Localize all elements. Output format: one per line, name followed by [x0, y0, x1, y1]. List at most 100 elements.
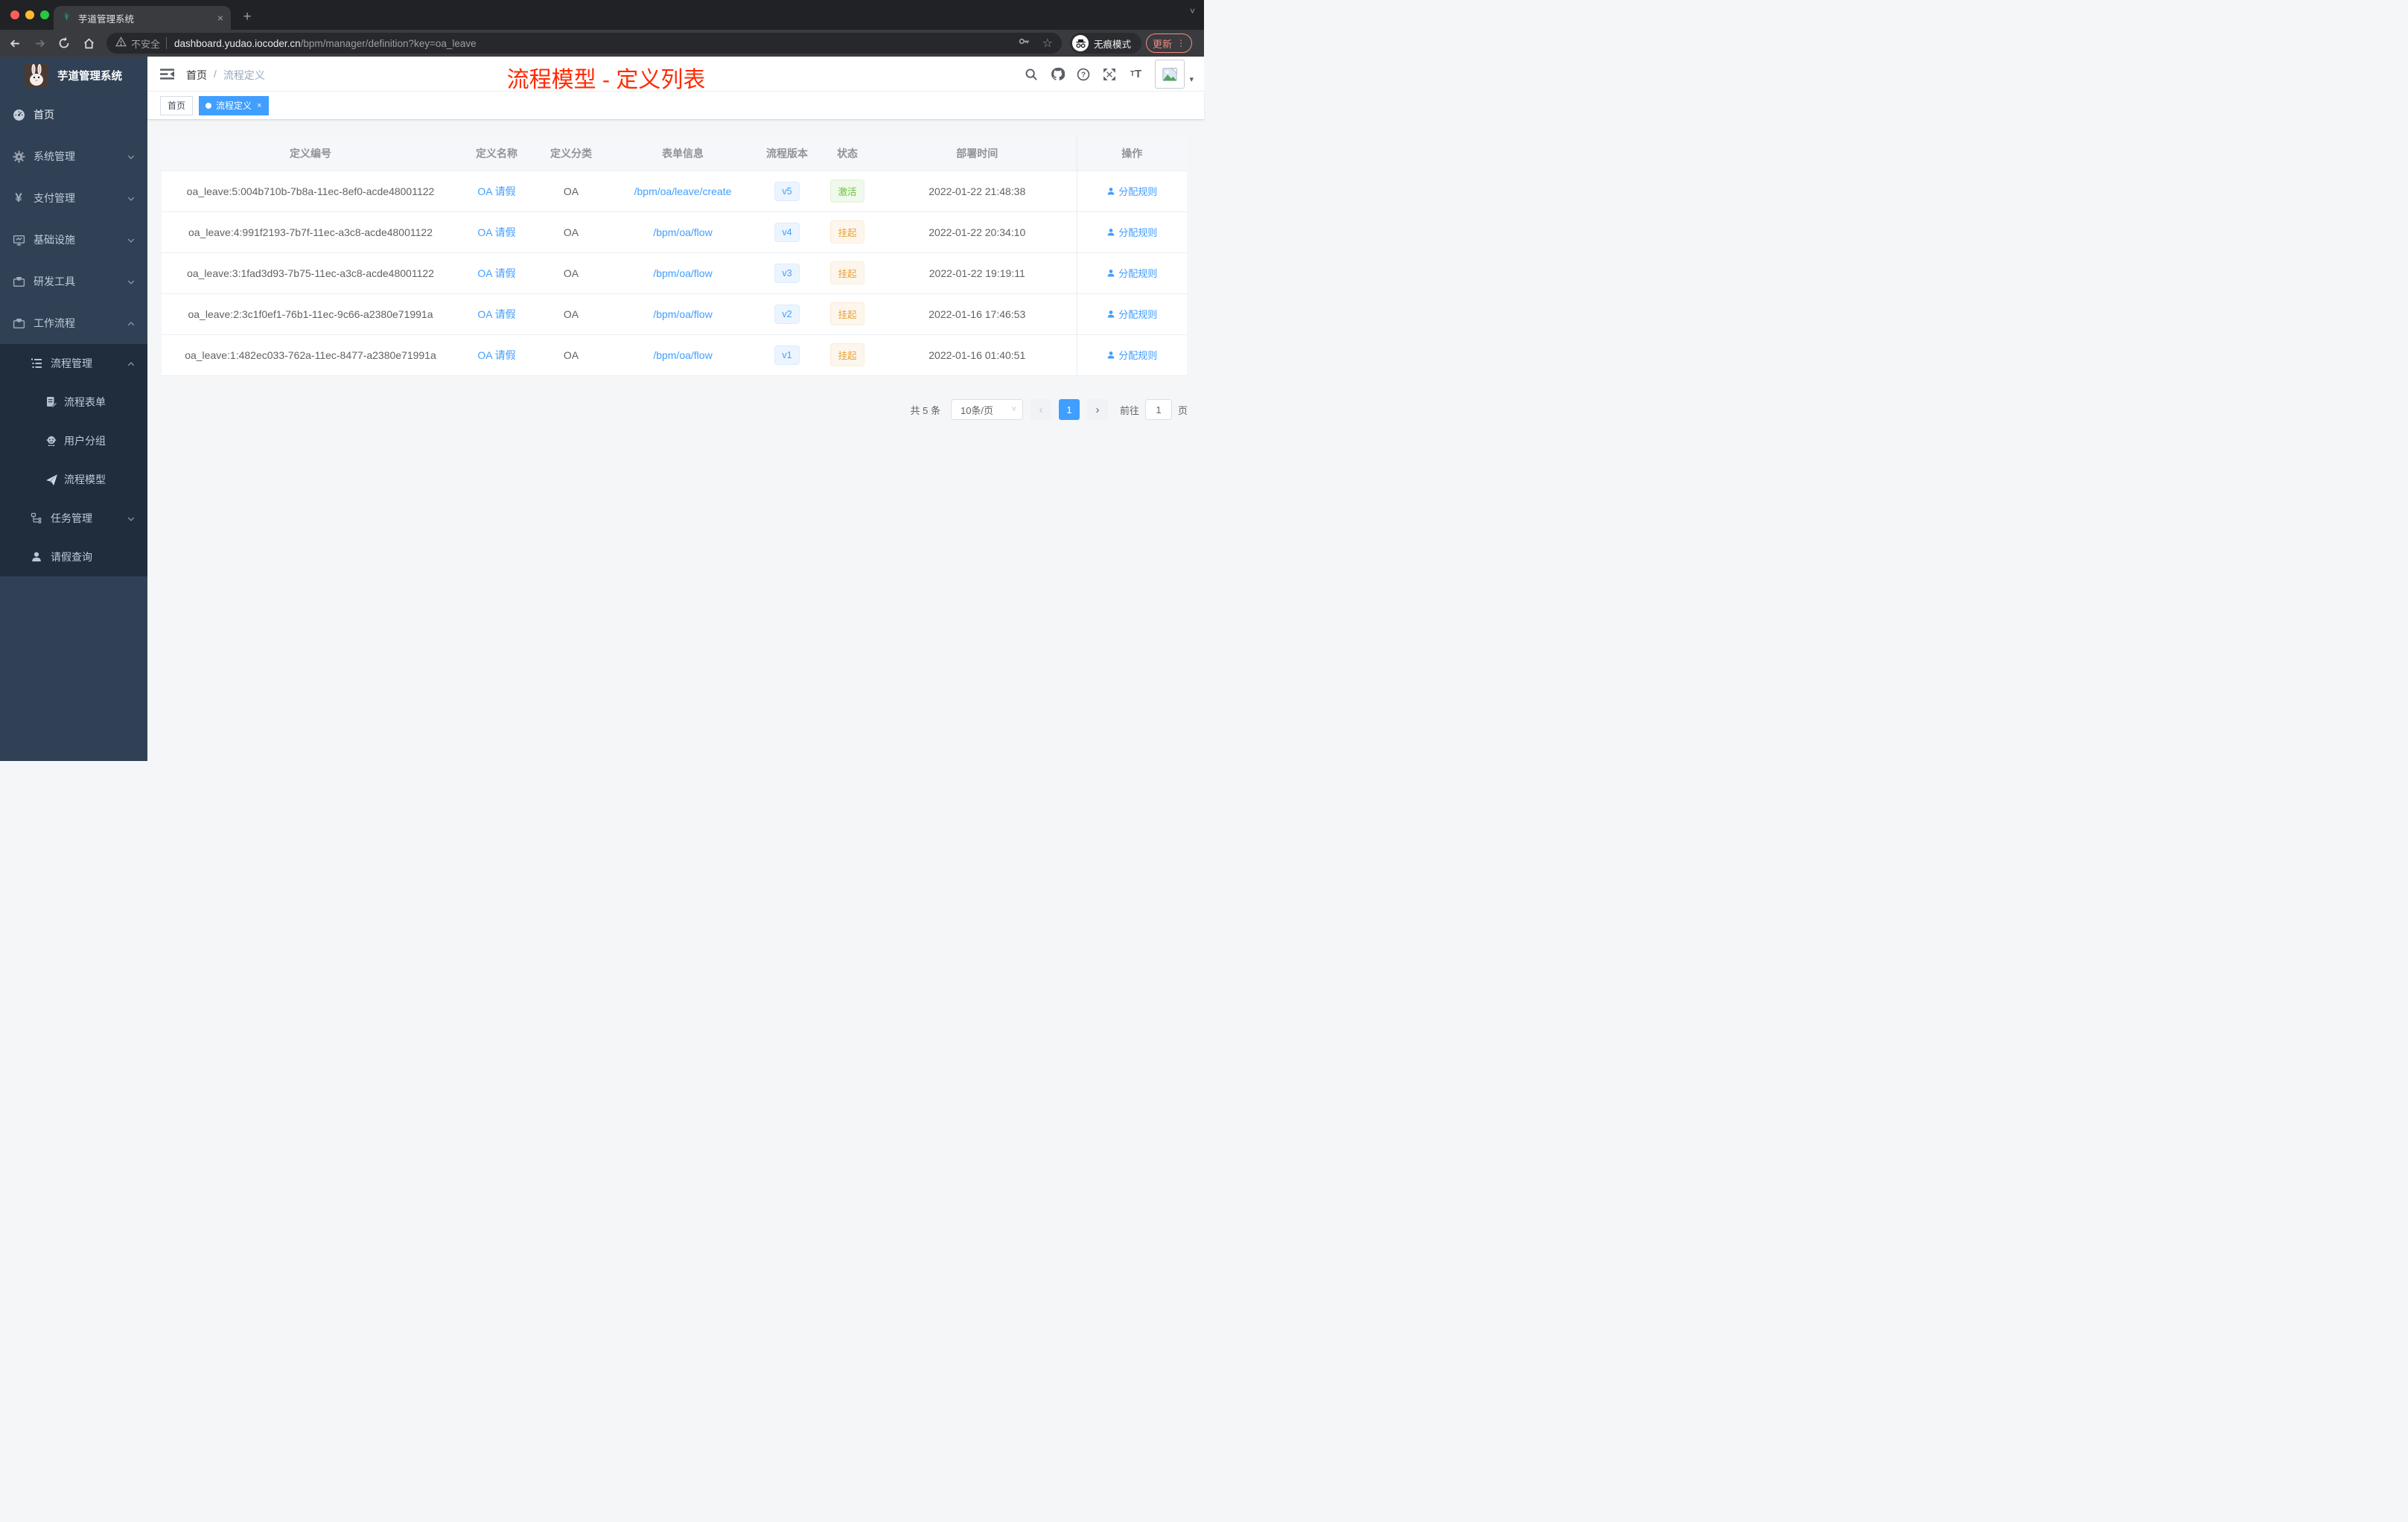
sidebar-item-infra[interactable]: 基础设施	[0, 219, 147, 261]
fullscreen-icon[interactable]	[1098, 63, 1121, 86]
pagination: 共 5 条 10条/页 ˅ ‹ 1 › 前往 页	[147, 399, 1188, 420]
chevron-up-icon	[127, 359, 136, 368]
definition-name-link[interactable]: OA 请假	[477, 267, 515, 279]
forward-button[interactable]	[30, 34, 49, 53]
assign-rule-button[interactable]: 分配规则	[1106, 307, 1157, 321]
browser-tab-strip: 芋道管理系统 × + ˅	[0, 0, 1204, 30]
sidebar-logo[interactable]: 芋道管理系统	[0, 57, 147, 94]
saved-passwords-key-icon[interactable]	[1018, 35, 1031, 51]
pagination-total: 共 5 条	[910, 404, 940, 416]
form-link[interactable]: /bpm/oa/flow	[653, 349, 712, 361]
sidebar-item-user-group[interactable]: 用户分组	[0, 421, 147, 460]
browser-menu-dots-icon[interactable]: ⋮	[1176, 38, 1185, 48]
definition-name-link[interactable]: OA 请假	[477, 349, 515, 361]
sidebar-item-home[interactable]: 首页	[0, 94, 147, 136]
tag-home[interactable]: 首页	[160, 95, 194, 115]
form-link[interactable]: /bpm/oa/flow	[653, 226, 712, 238]
next-page-button[interactable]: ›	[1086, 399, 1108, 420]
font-size-icon[interactable]: TT	[1124, 63, 1147, 86]
cell-category: OA	[534, 211, 608, 252]
github-icon[interactable]	[1046, 63, 1068, 86]
chevron-down-icon	[127, 235, 136, 244]
goto-page-input[interactable]	[1144, 399, 1172, 420]
incognito-label: 无痕模式	[1094, 39, 1132, 50]
svg-text:?: ?	[1081, 71, 1086, 79]
tab-list-caret-icon[interactable]: ˅	[1190, 6, 1195, 16]
browser-update-button[interactable]: 更新 ⋮	[1146, 34, 1192, 53]
sidebar-item-label: 用户分组	[64, 435, 106, 447]
security-label[interactable]: 不安全	[131, 36, 160, 51]
sidebar-item-workflow[interactable]: 工作流程	[0, 302, 147, 344]
sidebar-item-payment[interactable]: ¥ 支付管理	[0, 177, 147, 219]
chevron-down-icon	[127, 514, 136, 523]
sidebar-item-task-mgmt[interactable]: 任务管理	[0, 499, 147, 538]
breadcrumb-current: 流程定义	[223, 69, 265, 81]
search-icon[interactable]	[1020, 63, 1042, 86]
col-header-category: 定义分类	[534, 136, 608, 171]
sidebar-item-process-model[interactable]: 流程模型	[0, 460, 147, 499]
avatar-caret-icon[interactable]: ▾	[1189, 74, 1194, 84]
col-header-status: 状态	[817, 136, 878, 171]
tag-process-definition[interactable]: 流程定义 ×	[199, 95, 270, 115]
sidebar-item-system[interactable]: 系统管理	[0, 136, 147, 177]
tag-close-icon[interactable]: ×	[257, 101, 261, 110]
page-unit-label: 页	[1177, 404, 1188, 416]
help-icon[interactable]: ?	[1072, 63, 1095, 86]
cell-deploy-time: 2022-01-16 17:46:53	[878, 293, 1077, 334]
new-tab-button[interactable]: +	[237, 7, 258, 28]
omnibox-divider	[166, 37, 168, 49]
cell-category: OA	[534, 170, 608, 211]
sidebar-item-label: 基础设施	[34, 234, 75, 246]
form-link[interactable]: /bpm/oa/flow	[653, 308, 712, 320]
page-number-current[interactable]: 1	[1058, 399, 1080, 420]
avatar[interactable]	[1155, 60, 1185, 89]
cell-category: OA	[534, 334, 608, 375]
cell-definition-id: oa_leave:4:991f2193-7b7f-11ec-a3c8-acde4…	[162, 211, 459, 252]
tab-close-icon[interactable]: ×	[217, 12, 223, 24]
breadcrumb: 首页 / 流程定义	[186, 68, 265, 83]
status-badge: 挂起	[830, 261, 864, 284]
user-group-icon	[45, 434, 58, 448]
assign-rule-button[interactable]: 分配规则	[1106, 266, 1157, 280]
form-link[interactable]: /bpm/oa/leave/create	[634, 185, 732, 197]
sidebar-item-leave-query[interactable]: 请假查询	[0, 538, 147, 576]
sidebar-item-label: 任务管理	[51, 512, 92, 524]
sidebar-item-process-mgmt[interactable]: 流程管理	[0, 344, 147, 383]
reload-button[interactable]	[54, 34, 74, 53]
prev-page-button[interactable]: ‹	[1030, 399, 1051, 420]
browser-tab[interactable]: 芋道管理系统 ×	[54, 6, 231, 30]
close-window-button[interactable]	[10, 10, 19, 19]
sidebar-item-label: 流程管理	[51, 357, 92, 369]
definition-name-link[interactable]: OA 请假	[477, 308, 515, 320]
home-button[interactable]	[79, 34, 98, 53]
form-link[interactable]: /bpm/oa/flow	[653, 267, 712, 279]
sidebar-item-label: 研发工具	[34, 276, 75, 287]
cell-definition-id: oa_leave:3:1fad3d93-7b75-11ec-a3c8-acde4…	[162, 252, 459, 293]
maximize-window-button[interactable]	[40, 10, 49, 19]
table-row: oa_leave:2:3c1f0ef1-76b1-11ec-9c66-a2380…	[162, 293, 1187, 334]
cell-category: OA	[534, 252, 608, 293]
definition-name-link[interactable]: OA 请假	[477, 185, 515, 197]
assign-rule-button[interactable]: 分配规则	[1106, 348, 1157, 362]
breadcrumb-home[interactable]: 首页	[186, 68, 207, 83]
assign-rule-button[interactable]: 分配规则	[1106, 184, 1157, 198]
sidebar-item-devtools[interactable]: 研发工具	[0, 261, 147, 302]
back-button[interactable]	[5, 34, 25, 53]
col-header-version: 流程版本	[757, 136, 817, 171]
assign-rule-button[interactable]: 分配规则	[1106, 225, 1157, 239]
sidebar-item-label: 流程模型	[64, 474, 106, 485]
bookmark-star-icon[interactable]: ☆	[1042, 36, 1053, 51]
briefcase-icon	[12, 316, 25, 330]
logo-rabbit-image	[25, 63, 48, 87]
sidebar-toggle-icon[interactable]	[160, 67, 174, 81]
cell-deploy-time: 2022-01-16 01:40:51	[878, 334, 1077, 375]
definition-name-link[interactable]: OA 请假	[477, 226, 515, 238]
table-row: oa_leave:4:991f2193-7b7f-11ec-a3c8-acde4…	[162, 211, 1187, 252]
status-badge: 挂起	[830, 220, 864, 243]
sidebar-item-process-form[interactable]: 流程表单	[0, 383, 147, 421]
version-badge: v5	[774, 181, 800, 201]
url-bar[interactable]: 不安全 dashboard.yudao.iocoder.cn/bpm/manag…	[106, 33, 1062, 54]
page-size-select[interactable]: 10条/页 ˅	[950, 399, 1023, 420]
person-icon	[30, 550, 43, 564]
minimize-window-button[interactable]	[25, 10, 34, 19]
